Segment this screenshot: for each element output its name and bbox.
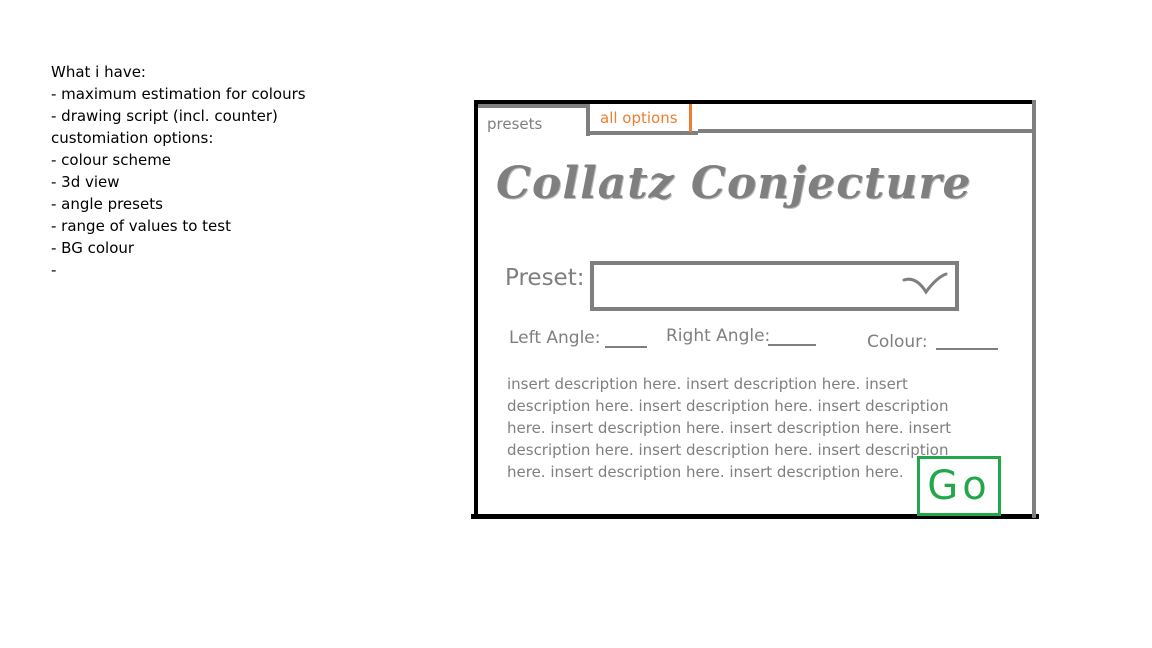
notes-line: - angle presets [51,195,163,213]
right-angle-input[interactable] [768,344,816,346]
notes-line: - range of values to test [51,217,231,235]
notes-line: - [51,261,57,279]
left-angle-label: Left Angle: [509,328,601,348]
page-title: Collatz Conjecture [496,158,972,209]
tab-all-bottom [588,131,698,135]
description-text: insert description here. insert descript… [507,375,952,481]
notes-line: - colour scheme [51,151,172,169]
notes-line: customiation options: [51,129,214,147]
notes-line: - drawing script (incl. counter) [51,107,278,125]
colour-label: Colour: [867,332,928,352]
tab-all-options[interactable]: all options [600,109,678,127]
tab-presets[interactable]: presets [487,115,542,133]
chevron-down-icon[interactable] [902,270,948,298]
tab-all-divider [689,104,692,132]
frame-left [474,100,478,518]
tab-strip-bottom [698,129,1034,133]
frame-right [1032,100,1036,518]
notes-line: - maximum estimation for colours [51,85,306,103]
tab-presets-top [478,104,588,108]
go-button[interactable]: Go [917,456,1001,516]
colour-input[interactable] [936,348,998,350]
notes-line: - BG colour [51,239,135,257]
notes-line: - 3d view [51,173,120,191]
preset-label: Preset: [505,265,585,291]
right-angle-label: Right Angle: [666,326,771,346]
notes-line: What i have: [51,63,146,81]
left-angle-input[interactable] [605,346,647,348]
notes-list: What i have: - maximum estimation for co… [51,61,306,281]
